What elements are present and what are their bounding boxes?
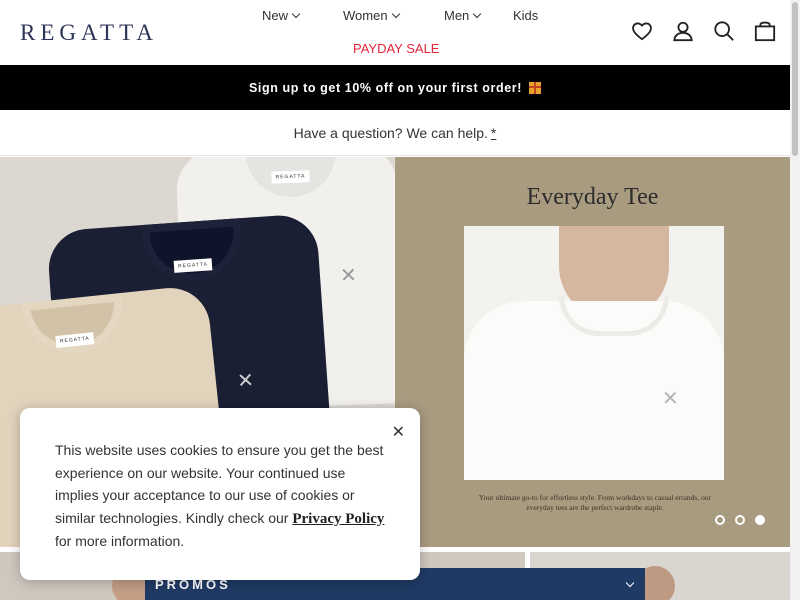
site-header: REGATTA New Women Men Kids PAYDAY SALE	[0, 0, 790, 65]
announcement-text: Sign up to get 10% off on your first ord…	[248, 80, 523, 95]
close-icon[interactable]: ✕	[392, 421, 405, 444]
bag-icon[interactable]	[754, 20, 776, 42]
scrollbar-thumb[interactable]	[792, 2, 798, 156]
nav-item-women[interactable]: Women	[343, 8, 400, 23]
help-link[interactable]: *	[491, 125, 496, 141]
x-logo-icon: ✕	[236, 367, 255, 393]
slide-dot-1[interactable]	[715, 515, 725, 525]
privacy-policy-link[interactable]: Privacy Policy	[292, 511, 384, 527]
slide-dot-2[interactable]	[735, 515, 745, 525]
page: REGATTA New Women Men Kids PAYDAY SALE S…	[0, 0, 800, 600]
page-scrollbar[interactable]	[790, 0, 800, 600]
chevron-down-icon	[291, 9, 301, 19]
hero-everyday-tee-panel: Everyday Tee ✕ Your ultimate go-to for e…	[395, 157, 790, 547]
brand-logo[interactable]: REGATTA	[20, 20, 158, 46]
chevron-down-icon	[625, 578, 635, 587]
gift-icon	[529, 81, 542, 94]
nav-item-kids[interactable]: Kids	[513, 8, 538, 23]
slide-dots	[715, 515, 765, 525]
model-tee-image: ✕	[464, 226, 724, 480]
chevron-down-icon	[391, 9, 400, 19]
help-text: Have a question? We can help.	[293, 124, 488, 141]
tee-tag: REGATTA	[271, 170, 310, 184]
nav-item-label: Women	[343, 8, 388, 23]
x-logo-icon: ✕	[662, 386, 679, 410]
search-icon[interactable]	[713, 20, 735, 42]
hero-title: Everyday Tee	[526, 184, 659, 210]
slide-dot-3[interactable]	[755, 515, 765, 525]
nav-item-men[interactable]: Men	[444, 8, 482, 23]
cookie-text-suffix: for more information.	[55, 533, 185, 549]
hero-caption: Your ultimate go-to for effortless style…	[478, 493, 712, 512]
chevron-down-icon	[473, 9, 482, 19]
nav-item-new[interactable]: New	[262, 8, 301, 23]
announcement-bar[interactable]: Sign up to get 10% off on your first ord…	[0, 65, 790, 110]
nav-item-label: New	[262, 8, 289, 23]
header-icons	[631, 20, 776, 42]
account-icon[interactable]	[672, 20, 694, 42]
nav-item-label: Kids	[513, 8, 539, 23]
help-bar: Have a question? We can help. *	[0, 110, 790, 156]
heart-icon[interactable]	[631, 21, 653, 41]
nav-item-label: Men	[444, 8, 470, 23]
cookie-banner: ✕ This website uses cookies to ensure yo…	[20, 408, 420, 580]
nav-item-payday-sale[interactable]: PAYDAY SALE	[353, 41, 439, 56]
x-logo-icon: ✕	[339, 262, 358, 288]
